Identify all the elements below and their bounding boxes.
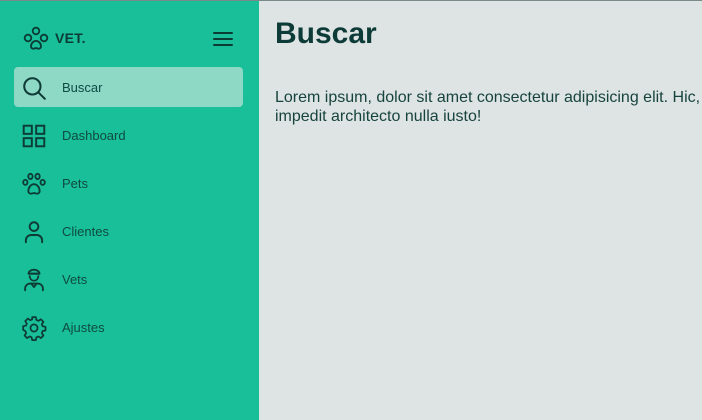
gear-icon — [21, 315, 47, 341]
sidebar-item-pets[interactable]: Pets — [14, 163, 243, 203]
grid-icon — [21, 123, 47, 149]
hamburger-menu-icon — [213, 32, 233, 46]
page-title: Buscar — [275, 17, 377, 50]
sidebar-item-label: Pets — [62, 175, 89, 191]
sidebar-item-buscar[interactable]: Buscar — [14, 67, 243, 107]
sidebar-item-label: Vets — [62, 271, 88, 287]
search-icon — [21, 75, 47, 101]
sidebar-item-clientes[interactable]: Clientes — [14, 211, 243, 251]
hamburger-menu-button[interactable] — [211, 29, 235, 49]
brand[interactable]: VET. — [22, 25, 86, 51]
sidebar-item-label: Buscar — [62, 79, 103, 95]
brand-name: VET. — [55, 30, 86, 46]
user-icon — [21, 219, 47, 245]
sidebar-item-vets[interactable]: Vets — [14, 259, 243, 299]
paw-icon — [21, 171, 47, 197]
sidebar-item-label: Clientes — [62, 223, 109, 239]
vet-doctor-icon — [21, 267, 47, 293]
sidebar-item-dashboard[interactable]: Dashboard — [14, 115, 243, 155]
main-content: Buscar Lorem ipsum, dolor sit amet conse… — [259, 1, 702, 420]
sidebar-item-ajustes[interactable]: Ajustes — [14, 307, 243, 347]
sidebar-item-label: Dashboard — [62, 127, 126, 143]
body-text: Lorem ipsum, dolor sit amet consectetur … — [275, 89, 702, 125]
sidebar-nav: Buscar Dashboard Pets Clientes Vets Ajus… — [14, 67, 243, 355]
paw-pills-icon — [23, 26, 49, 50]
sidebar: VET. Buscar Dashboard Pets Clientes Vets… — [0, 1, 259, 420]
sidebar-item-label: Ajustes — [62, 319, 105, 335]
